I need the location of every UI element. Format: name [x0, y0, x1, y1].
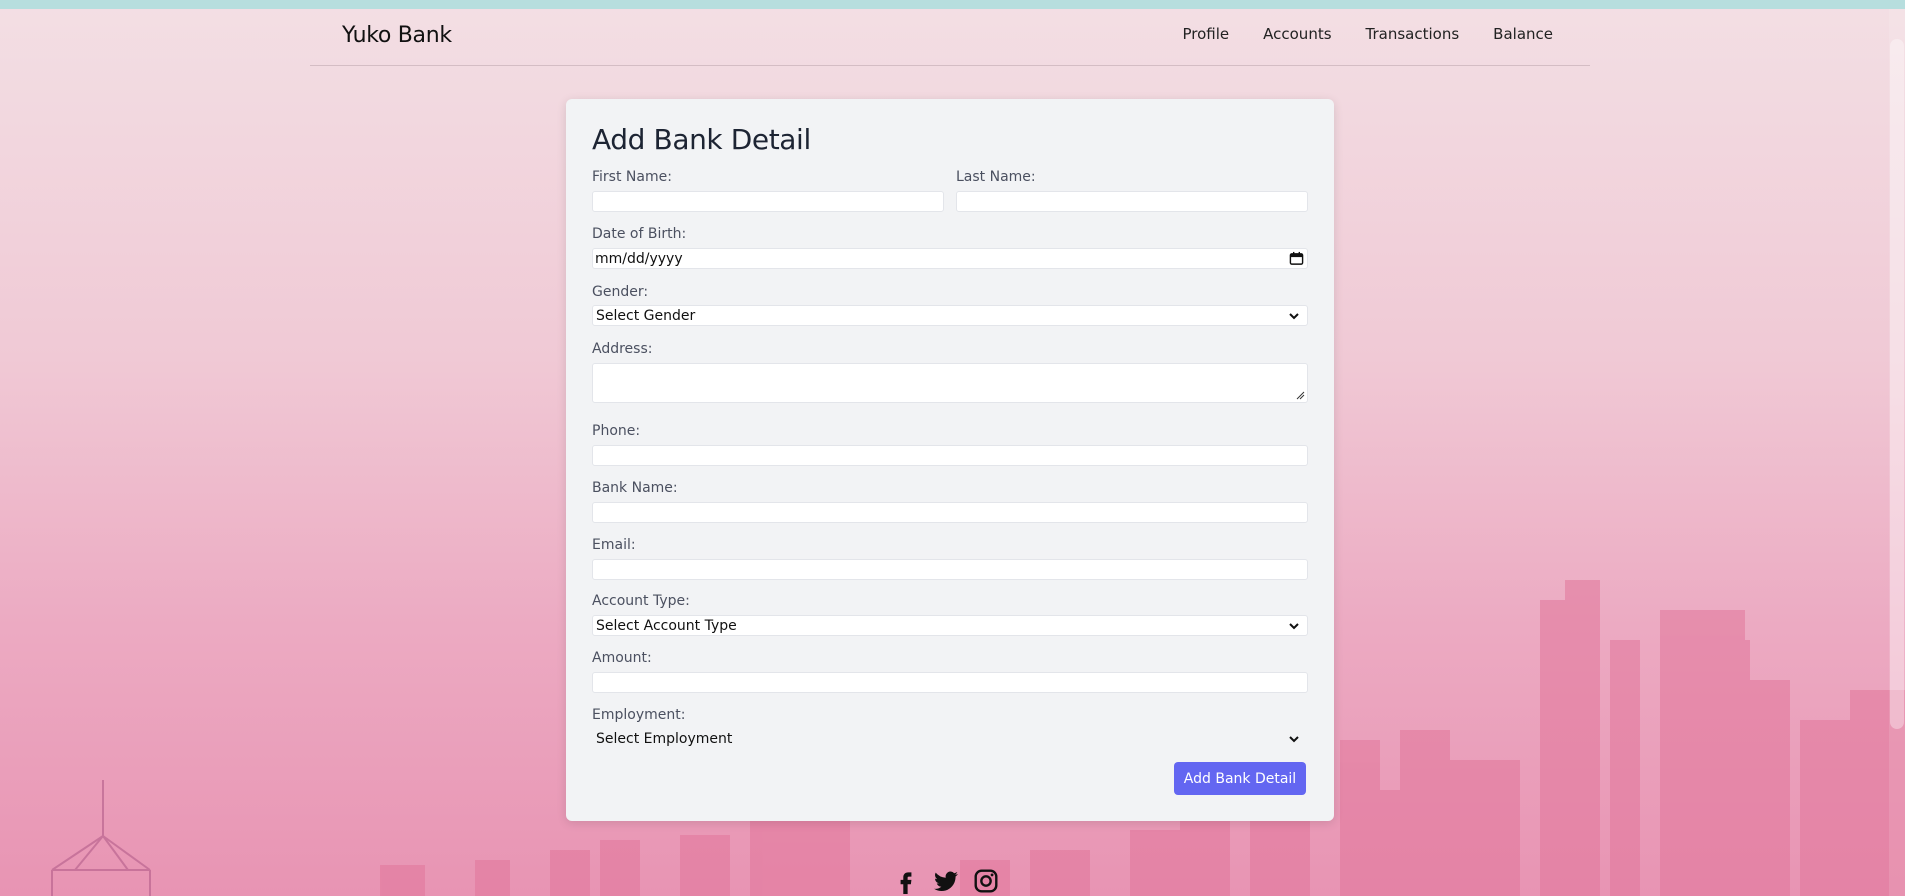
first-name-input[interactable] — [592, 191, 944, 212]
bank-name-input[interactable] — [592, 502, 1308, 523]
instagram-icon[interactable] — [973, 868, 999, 894]
twitter-icon[interactable] — [933, 868, 959, 894]
scrollbar[interactable] — [1889, 9, 1905, 896]
amount-label: Amount: — [592, 650, 652, 666]
bank-name-label: Bank Name: — [592, 480, 678, 496]
nav-link-profile[interactable]: Profile — [1166, 25, 1247, 43]
scrollbar-thumb[interactable] — [1890, 39, 1904, 729]
first-name-label: First Name: — [592, 169, 672, 185]
employment-selected-value: Select Employment — [596, 731, 733, 747]
account-type-select[interactable]: Select Account Type — [592, 615, 1308, 636]
chevron-down-icon — [1289, 623, 1299, 630]
gender-select[interactable]: Select Gender — [592, 305, 1308, 326]
nav-link-accounts[interactable]: Accounts — [1246, 25, 1348, 43]
employment-select[interactable]: Select Employment — [592, 728, 1308, 749]
nav-link-balance[interactable]: Balance — [1476, 25, 1570, 43]
calendar-icon[interactable] — [1289, 251, 1304, 266]
dob-placeholder: mm/dd/yyyy — [595, 251, 683, 267]
last-name-input[interactable] — [956, 191, 1308, 212]
chevron-down-icon — [1289, 736, 1299, 743]
phone-input[interactable] — [592, 445, 1308, 466]
nav-links: Profile Accounts Transactions Balance — [1166, 25, 1571, 43]
dob-label: Date of Birth: — [592, 226, 687, 242]
add-bank-detail-button[interactable]: Add Bank Detail — [1174, 762, 1306, 795]
address-textarea[interactable] — [592, 363, 1308, 403]
top-navbar: Yuko Bank Profile Accounts Transactions … — [310, 9, 1590, 66]
add-bank-detail-form: Add Bank Detail First Name: Last Name: D… — [566, 99, 1334, 821]
gender-selected-value: Select Gender — [596, 308, 696, 324]
chevron-down-icon — [1289, 313, 1299, 320]
resize-grip-icon[interactable] — [1295, 390, 1305, 400]
facebook-icon[interactable] — [893, 868, 919, 894]
social-links — [893, 868, 999, 894]
email-label: Email: — [592, 537, 636, 553]
address-label: Address: — [592, 341, 653, 357]
email-input[interactable] — [592, 559, 1308, 580]
form-title: Add Bank Detail — [592, 123, 811, 156]
dob-input[interactable]: mm/dd/yyyy — [592, 248, 1308, 269]
employment-label: Employment: — [592, 707, 686, 723]
gender-label: Gender: — [592, 284, 649, 300]
brand-logo[interactable]: Yuko Bank — [342, 23, 452, 48]
nav-link-transactions[interactable]: Transactions — [1349, 25, 1477, 43]
phone-label: Phone: — [592, 423, 641, 439]
account-type-selected-value: Select Account Type — [596, 618, 737, 634]
amount-input[interactable] — [592, 672, 1308, 693]
account-type-label: Account Type: — [592, 593, 690, 609]
last-name-label: Last Name: — [956, 169, 1036, 185]
